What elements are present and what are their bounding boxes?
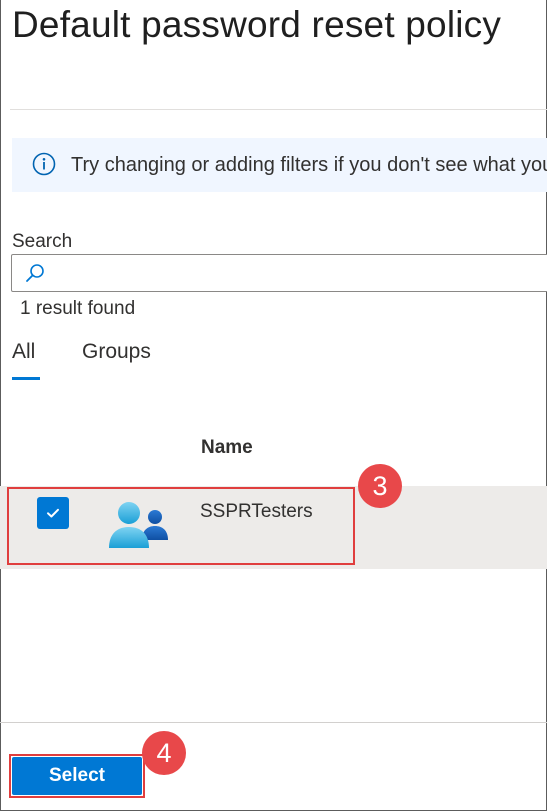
footer-divider xyxy=(0,722,547,723)
search-label: Search xyxy=(12,231,73,252)
page-title: Default password reset policy xyxy=(12,4,502,45)
info-banner: Try changing or adding filters if you do… xyxy=(12,138,547,192)
search-input[interactable] xyxy=(11,254,547,292)
info-banner-text: Try changing or adding filters if you do… xyxy=(71,154,547,176)
callout-highlight-row xyxy=(7,487,355,565)
tab-groups[interactable]: Groups xyxy=(82,340,151,364)
tab-all[interactable]: All xyxy=(12,340,35,364)
panel-frame xyxy=(0,0,547,811)
result-count: 1 result found xyxy=(20,298,136,319)
step-badge-4: 4 xyxy=(142,731,186,775)
column-header-name[interactable]: Name xyxy=(201,437,253,459)
step-badge-3: 3 xyxy=(358,464,402,508)
title-divider xyxy=(10,109,547,110)
info-icon xyxy=(32,152,56,176)
select-button[interactable]: Select xyxy=(12,757,142,795)
search-icon xyxy=(24,262,46,284)
tab-selected-indicator xyxy=(12,377,40,380)
